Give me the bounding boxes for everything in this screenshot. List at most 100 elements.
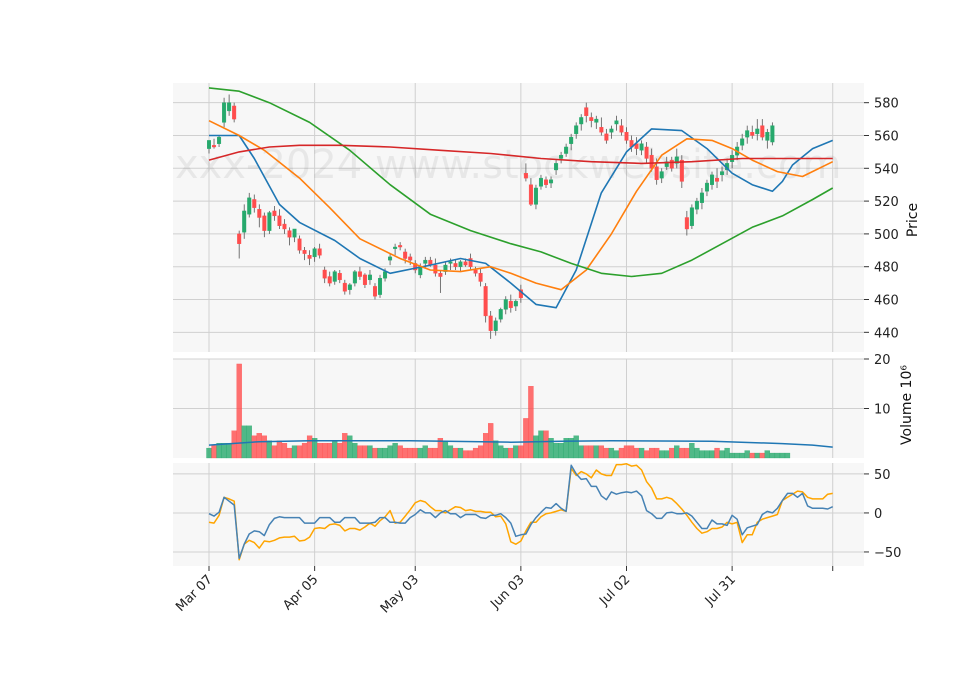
- volume-bar: [322, 442, 328, 459]
- candle-body: [544, 179, 549, 185]
- volume-bar: [769, 452, 776, 459]
- candle-body: [503, 299, 508, 310]
- candle-body: [498, 309, 503, 320]
- y-tick-label: 10: [874, 403, 891, 418]
- volume-bar: [538, 430, 544, 459]
- volume-bar: [482, 433, 489, 459]
- candle-body: [523, 173, 528, 179]
- volume-bar: [256, 433, 262, 459]
- volume-bar: [291, 445, 298, 459]
- volume-bar: [659, 450, 665, 459]
- candle-body: [699, 192, 704, 203]
- volume-bar: [593, 445, 599, 459]
- candle-body: [619, 125, 624, 133]
- volume-bar: [513, 445, 519, 459]
- y-tick-label: −50: [874, 546, 901, 561]
- candle-body: [614, 120, 619, 125]
- x-tick-label: Jun 03: [487, 572, 527, 612]
- volume-bar: [382, 447, 388, 459]
- candle-body: [423, 259, 428, 264]
- volume-bar: [472, 447, 479, 459]
- volume-bar: [296, 445, 303, 459]
- volume-bar: [402, 447, 408, 459]
- candle-body: [317, 248, 322, 256]
- candle-body: [438, 273, 443, 277]
- volume-bar: [427, 447, 433, 459]
- candle-body: [473, 269, 478, 274]
- candle-body: [453, 263, 458, 267]
- volume-bar: [377, 447, 383, 459]
- candle-body: [302, 250, 307, 254]
- candle-body: [584, 107, 589, 117]
- volume-bar: [623, 445, 630, 459]
- volume-bar: [332, 440, 338, 459]
- volume-bar: [281, 442, 288, 459]
- candle-body: [715, 177, 720, 182]
- volume-bar: [211, 445, 217, 459]
- candle-body: [528, 184, 533, 205]
- volume-bar: [628, 445, 635, 459]
- watermark-text: xxx-2024 www.stockwebsite.com: [175, 142, 841, 188]
- candle-body: [549, 179, 554, 184]
- volume-bar: [231, 430, 237, 459]
- volume-bar: [518, 445, 524, 459]
- candle-body: [378, 277, 383, 295]
- volume-bar: [704, 450, 710, 459]
- x-tick-label: Jul 02: [596, 572, 633, 609]
- volume-bar: [226, 442, 232, 459]
- volume-axis-title: Volume 10⁶: [899, 365, 915, 445]
- volume-bar: [251, 435, 257, 459]
- volume-bar: [498, 445, 504, 459]
- volume-bar: [684, 447, 690, 459]
- candle-body: [212, 145, 217, 148]
- candle-body: [352, 271, 357, 284]
- volume-bar: [608, 447, 615, 459]
- volume-bar: [578, 445, 584, 459]
- volume-bar: [674, 445, 680, 459]
- candle-body: [478, 273, 483, 282]
- candle-body: [327, 276, 332, 284]
- candle-body: [574, 125, 579, 135]
- volume-bar: [714, 447, 720, 459]
- volume-bar: [744, 450, 750, 459]
- x-tick-label: Apr 05: [280, 572, 321, 613]
- candle-body: [755, 128, 760, 135]
- candle-body: [383, 271, 388, 279]
- volume-bar: [573, 435, 579, 459]
- candle-body: [297, 238, 302, 251]
- volume-bar: [387, 445, 393, 459]
- candle-body: [388, 256, 393, 261]
- candle-body: [242, 210, 247, 233]
- volume-bar: [664, 450, 670, 459]
- candle-body: [287, 230, 292, 238]
- volume-bar: [533, 435, 539, 459]
- candle-body: [282, 223, 287, 230]
- volume-bar: [729, 452, 735, 459]
- volume-bar: [266, 440, 273, 459]
- candle-body: [448, 261, 453, 264]
- y-tick-label: 540: [874, 162, 899, 177]
- y-tick-label: 500: [874, 228, 899, 243]
- volume-bar: [523, 418, 529, 459]
- candle-body: [403, 251, 408, 259]
- volume-bar: [699, 450, 705, 459]
- volume-bar: [558, 442, 564, 459]
- candle-body: [357, 271, 362, 277]
- volume-bar: [739, 452, 745, 459]
- volume-bar: [633, 447, 640, 459]
- candle-body: [398, 245, 403, 248]
- volume-bar: [276, 440, 283, 459]
- candle-body: [564, 146, 569, 154]
- volume-bar: [447, 445, 454, 459]
- candle-body: [760, 125, 765, 138]
- y-tick-label: 50: [874, 468, 891, 483]
- candle-body: [609, 128, 614, 133]
- panel-bg-osc: [173, 463, 864, 566]
- candle-body: [322, 269, 327, 279]
- candle-body: [362, 274, 367, 285]
- y-tick-label: 440: [874, 326, 899, 341]
- volume-bar: [583, 445, 589, 459]
- volume-bar: [709, 450, 715, 459]
- candle-body: [579, 117, 584, 125]
- volume-bar: [618, 447, 625, 459]
